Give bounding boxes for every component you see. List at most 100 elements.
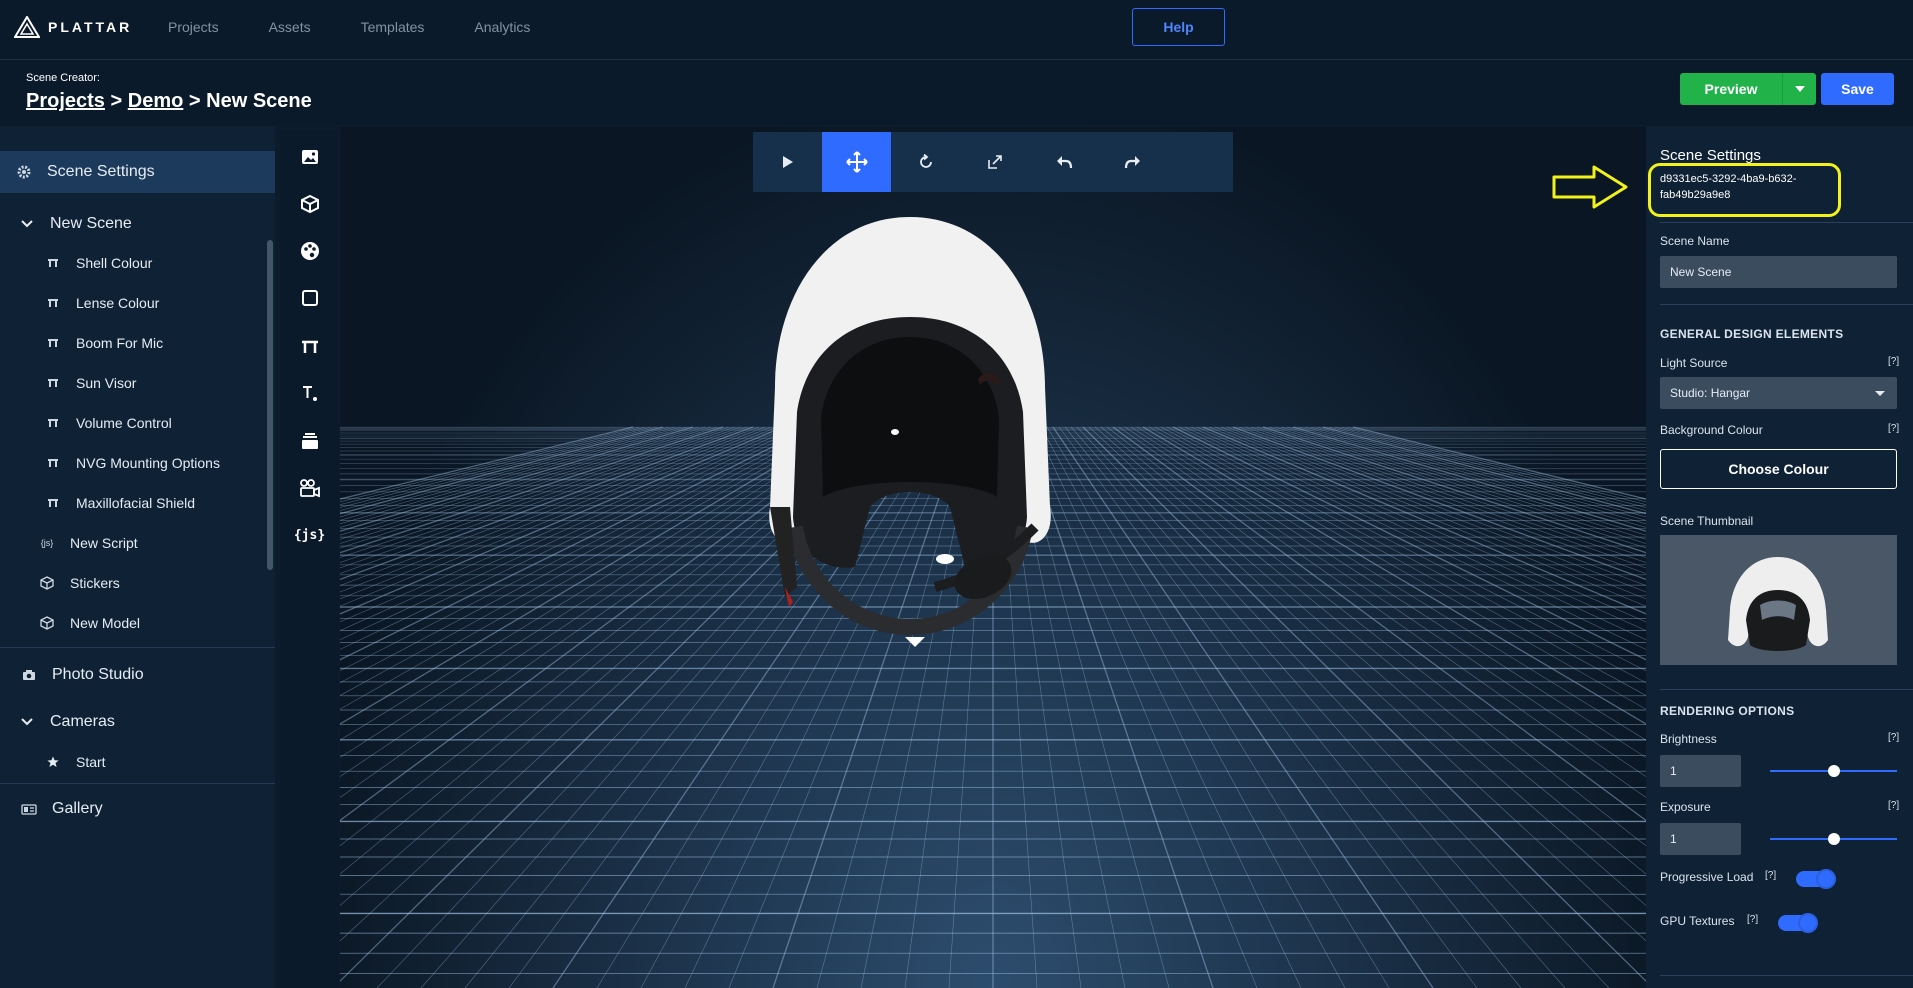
sidebar-item-start[interactable]: Start: [44, 747, 106, 777]
scene-header: Scene Creator: Projects > Demo > New Sce…: [0, 61, 1913, 125]
panel-divider: [1660, 689, 1913, 690]
sidebar-item-nvg-mounting-options[interactable]: NVG Mounting Options: [44, 448, 220, 478]
scene-name-input[interactable]: New Scene: [1660, 256, 1897, 288]
progressive-load-help[interactable]: [?]: [1765, 870, 1776, 881]
light-source-help[interactable]: [?]: [1888, 356, 1899, 367]
sidebar-item-new-script[interactable]: {js} New Script: [38, 528, 138, 558]
slider-knob[interactable]: [1828, 833, 1840, 845]
panel-title: Scene Settings: [1660, 147, 1761, 164]
nav-templates[interactable]: Templates: [361, 19, 425, 35]
nav-projects[interactable]: Projects: [168, 19, 219, 35]
sidebar-item-lense-colour[interactable]: Lense Colour: [44, 288, 159, 318]
progressive-load-label: Progressive Load: [1660, 870, 1754, 884]
sidebar-new-scene[interactable]: New Scene: [18, 208, 132, 240]
brightness-slider[interactable]: [1770, 765, 1897, 777]
sidebar-item-label: Start: [76, 754, 106, 770]
variation-icon: [44, 258, 62, 268]
nav-analytics[interactable]: Analytics: [474, 19, 530, 35]
scene-thumbnail[interactable]: [1660, 535, 1897, 665]
breadcrumb: Projects > Demo > New Scene: [26, 90, 312, 113]
scene-viewport[interactable]: [340, 127, 1646, 988]
sidebar-item-new-model[interactable]: New Model: [38, 608, 140, 638]
progressive-load-toggle[interactable]: [1796, 869, 1836, 889]
add-shape-button[interactable]: [280, 278, 339, 318]
add-material-button[interactable]: [280, 231, 339, 271]
preview-button[interactable]: Preview: [1680, 73, 1782, 105]
rotate-tool-button[interactable]: [891, 132, 960, 192]
play-button[interactable]: [753, 132, 822, 192]
caret-down-icon: [1875, 391, 1885, 396]
redo-button[interactable]: [1098, 132, 1167, 192]
sidebar-photo-studio[interactable]: Photo Studio: [20, 657, 144, 693]
sidebar-item-label: Cameras: [50, 713, 115, 730]
brand-name: PLATTAR: [48, 19, 133, 35]
brightness-label: Brightness: [1660, 732, 1717, 746]
breadcrumb-separator: >: [188, 90, 201, 112]
cube-icon: [38, 576, 56, 590]
caret-down-icon: [1794, 86, 1805, 92]
variation-icon: [44, 378, 62, 388]
sidebar-item-maxillofacial-shield[interactable]: Maxillofacial Shield: [44, 488, 195, 518]
brightness-input[interactable]: 1: [1660, 755, 1741, 787]
variation-icon: [44, 298, 62, 308]
save-button[interactable]: Save: [1821, 73, 1894, 105]
variation-icon: [44, 338, 62, 348]
slider-knob[interactable]: [1828, 765, 1840, 777]
sidebar-divider: [0, 783, 275, 784]
annotation-highlight: [1648, 163, 1841, 217]
background-colour-help[interactable]: [?]: [1888, 423, 1899, 434]
helmet-model[interactable]: [735, 207, 1085, 677]
plattar-logo[interactable]: PLATTAR: [14, 16, 132, 38]
gpu-textures-help[interactable]: [?]: [1747, 914, 1758, 925]
move-tool-button[interactable]: [822, 132, 891, 192]
sidebar-item-shell-colour[interactable]: Shell Colour: [44, 248, 152, 278]
script-icon: {js}: [293, 527, 326, 543]
preview-dropdown-toggle[interactable]: [1782, 73, 1816, 105]
sidebar-scrollbar[interactable]: [267, 240, 273, 570]
add-model-button[interactable]: [280, 184, 339, 224]
sidebar-item-boom-for-mic[interactable]: Boom For Mic: [44, 328, 163, 358]
panel-divider: [1660, 975, 1913, 976]
gallery-icon: [20, 803, 38, 815]
exposure-input[interactable]: 1: [1660, 823, 1741, 855]
breadcrumb-demo[interactable]: Demo: [128, 90, 184, 112]
sidebar-scene-settings[interactable]: Scene Settings: [0, 151, 275, 193]
nav-assets[interactable]: Assets: [269, 19, 311, 35]
breadcrumb-current: New Scene: [206, 90, 312, 112]
sidebar-item-label: Lense Colour: [76, 295, 160, 311]
cube-icon: [38, 616, 56, 630]
image-icon: [301, 150, 318, 164]
gear-icon: [15, 165, 33, 179]
sidebar-item-stickers[interactable]: Stickers: [38, 568, 120, 598]
scale-icon: [987, 155, 1002, 169]
light-source-value: Studio: Hangar: [1670, 386, 1751, 400]
scene-settings-panel: Scene Settings d9331ec5-3292-4ba9-b632-f…: [1646, 127, 1913, 988]
variation-icon: [44, 418, 62, 428]
add-camera-button[interactable]: [280, 468, 339, 508]
sidebar-item-volume-control[interactable]: Volume Control: [44, 408, 172, 438]
sidebar-item-label: Scene Settings: [47, 163, 155, 180]
exposure-slider[interactable]: [1770, 833, 1897, 845]
add-variation-button[interactable]: [280, 327, 339, 367]
sidebar-cameras[interactable]: Cameras: [18, 704, 115, 740]
add-text-button[interactable]: [280, 374, 339, 414]
brightness-help[interactable]: [?]: [1888, 732, 1899, 743]
light-source-select[interactable]: Studio: Hangar: [1660, 377, 1897, 409]
triangle-logo-icon: [14, 16, 40, 38]
breadcrumb-projects[interactable]: Projects: [26, 90, 105, 112]
add-image-button[interactable]: [280, 137, 339, 177]
help-button[interactable]: Help: [1132, 8, 1225, 46]
general-design-heading: GENERAL DESIGN ELEMENTS: [1660, 327, 1844, 341]
sidebar-item-label: Shell Colour: [76, 255, 153, 271]
sidebar-item-sun-visor[interactable]: Sun Visor: [44, 368, 136, 398]
gpu-textures-toggle[interactable]: [1778, 913, 1818, 933]
variation-icon: [44, 458, 62, 468]
exposure-help[interactable]: [?]: [1888, 800, 1899, 811]
add-script-button[interactable]: {js}: [280, 515, 339, 555]
undo-button[interactable]: [1029, 132, 1098, 192]
panel-divider: [1660, 304, 1913, 305]
sidebar-gallery[interactable]: Gallery: [20, 791, 103, 827]
scale-tool-button[interactable]: [960, 132, 1029, 192]
add-carousel-button[interactable]: [280, 421, 339, 461]
choose-colour-button[interactable]: Choose Colour: [1660, 449, 1897, 489]
